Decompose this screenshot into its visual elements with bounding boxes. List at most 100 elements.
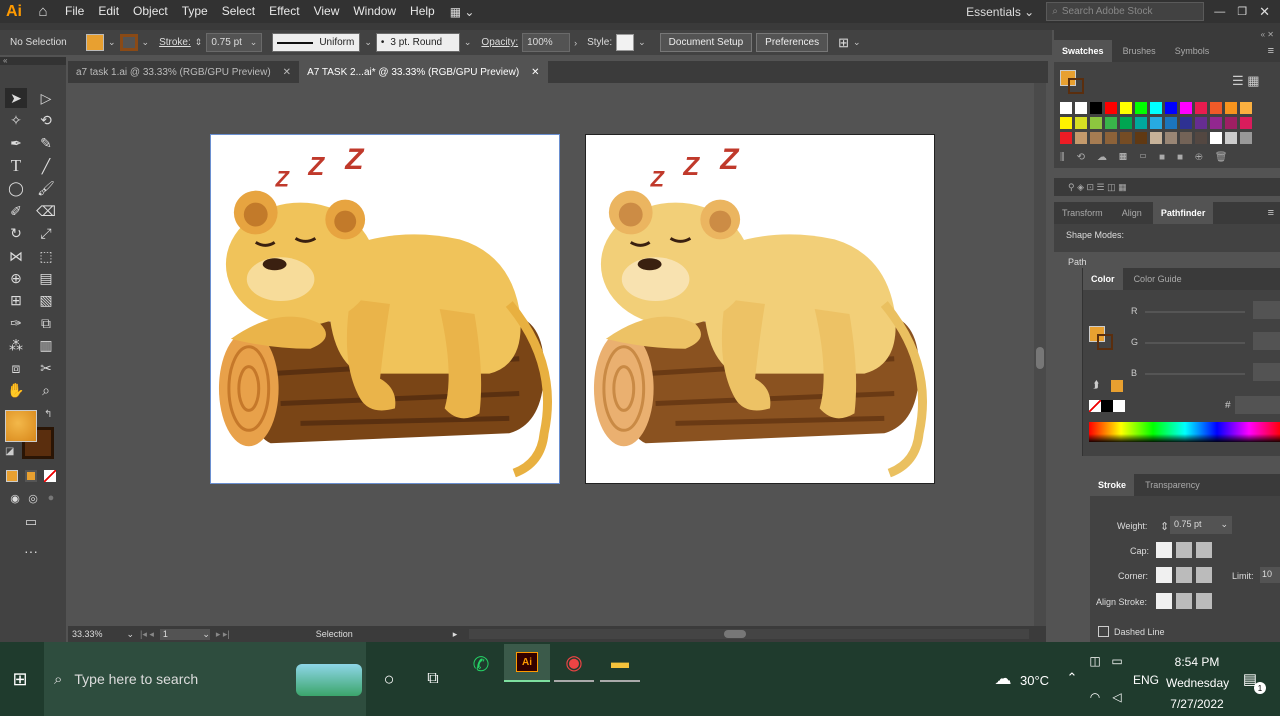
color-swatch[interactable] <box>1135 102 1147 114</box>
first-artboard-icon[interactable]: |◂ ◂ <box>140 629 154 640</box>
menu-view[interactable]: View <box>307 0 347 23</box>
b-value-field[interactable] <box>1253 363 1280 381</box>
color-mode-icon[interactable] <box>6 470 18 482</box>
swatch-stroke-indicator[interactable] <box>1068 78 1084 94</box>
symbol-sprayer-tool-icon[interactable]: ⁂ <box>5 335 27 355</box>
horizontal-scrollbar[interactable] <box>469 629 1030 639</box>
arrange-documents-icon[interactable]: ▦ ⌄ <box>450 5 475 19</box>
opacity-input[interactable]: 100% <box>522 33 571 52</box>
tab-align[interactable]: Align <box>1114 202 1150 224</box>
ellipse-tool-icon[interactable]: ◯ <box>5 178 27 198</box>
tab-symbols[interactable]: Symbols <box>1167 40 1218 62</box>
swatch-actions-icon[interactable]: ⫼⟲☁▦▭■■⊕🗑 <box>1060 152 1239 163</box>
round-join-icon[interactable] <box>1176 567 1192 583</box>
gamut-color-swatch[interactable] <box>1111 380 1123 392</box>
color-swatch[interactable] <box>1060 132 1072 144</box>
color-swatch[interactable] <box>1135 117 1147 129</box>
graphic-style-swatch[interactable] <box>616 34 635 51</box>
weather-cloud-icon[interactable]: ☁ <box>990 666 1016 692</box>
variable-width-profile[interactable]: Uniform <box>272 33 361 52</box>
color-swatch[interactable] <box>1195 117 1207 129</box>
zoom-tool-icon[interactable]: ⌕ <box>35 380 57 400</box>
color-swatch[interactable] <box>1195 102 1207 114</box>
tab-close-icon[interactable]: ✕ <box>531 67 539 78</box>
opacity-arrow-icon[interactable]: › <box>574 38 577 48</box>
next-artboard-icon[interactable]: ▸ ▸| <box>216 629 230 640</box>
color-swatch[interactable] <box>1075 102 1087 114</box>
scale-tool-icon[interactable]: ⤢ <box>35 223 57 243</box>
magic-wand-tool-icon[interactable]: ✧ <box>5 110 27 130</box>
direct-selection-tool-icon[interactable]: ▷ <box>35 88 57 108</box>
color-swatch[interactable] <box>1105 102 1117 114</box>
artboard-number-input[interactable]: 1 ⌄ <box>159 628 210 640</box>
draw-inside-icon[interactable]: ● <box>40 488 62 508</box>
status-menu-icon[interactable]: ▸ <box>453 629 458 640</box>
color-swatch[interactable] <box>1135 132 1147 144</box>
clock[interactable]: 8:54 PM Wednesday 7/27/2022 <box>1166 652 1229 715</box>
miter-join-icon[interactable] <box>1156 567 1172 583</box>
color-swatch[interactable] <box>1210 102 1222 114</box>
color-swatch[interactable] <box>1090 132 1102 144</box>
r-slider[interactable] <box>1145 311 1245 313</box>
r-value-field[interactable] <box>1253 301 1280 319</box>
horizontal-scroll-thumb[interactable] <box>724 630 747 638</box>
color-swatch[interactable] <box>1210 132 1222 144</box>
screen-mode-icon[interactable]: ▭ <box>20 512 42 532</box>
chrome-icon[interactable]: ◉ <box>554 644 594 682</box>
eyedropper-tool-icon[interactable]: ✑ <box>5 313 27 333</box>
panel-menu-icon[interactable]: ≡ <box>1268 40 1274 62</box>
width-tool-icon[interactable]: ⋈ <box>5 246 27 266</box>
shape-builder-tool-icon[interactable]: ⊕ <box>5 268 27 288</box>
blend-tool-icon[interactable]: ⧉ <box>35 313 57 333</box>
stock-search-field[interactable]: ⌕ Search Adobe Stock <box>1046 2 1205 21</box>
color-swatch[interactable] <box>1060 117 1072 129</box>
menu-help[interactable]: Help <box>403 0 442 23</box>
weight-input[interactable]: 0.75 pt ⌄ <box>1170 516 1232 534</box>
tab-close-icon[interactable]: ✕ <box>283 67 291 78</box>
edit-toolbar-icon[interactable]: ··· <box>20 541 42 561</box>
brush-dropdown-icon[interactable]: ⌄ <box>464 37 472 48</box>
swap-colors-icon[interactable]: ↰ <box>44 409 52 420</box>
fill-color-box[interactable] <box>5 410 37 442</box>
stroke-swatch[interactable] <box>119 34 138 51</box>
tab-swatches[interactable]: Swatches <box>1054 40 1112 62</box>
windows-start-icon[interactable]: ⊞ <box>0 642 40 716</box>
fill-dropdown-icon[interactable]: ⌄ <box>108 37 116 48</box>
rotate-tool-icon[interactable]: ↻ <box>5 223 27 243</box>
toolbar-collapse-icon[interactable]: « <box>0 57 66 65</box>
artboard-tool-icon[interactable]: ⧈ <box>5 358 27 378</box>
mesh-tool-icon[interactable]: ⊞ <box>5 290 27 310</box>
minimize-icon[interactable]: — <box>1214 6 1225 18</box>
home-icon[interactable]: ⌂ <box>28 0 58 23</box>
hand-tool-icon[interactable]: ✋ <box>5 380 27 400</box>
color-swatch[interactable] <box>1075 132 1087 144</box>
tab-a7-task-1[interactable]: a7 task 1.ai @ 33.33% (RGB/GPU Preview) ✕ <box>68 61 299 83</box>
color-swatch[interactable] <box>1075 117 1087 129</box>
preferences-button[interactable]: Preferences <box>756 33 829 52</box>
swatch-grid[interactable] <box>1060 102 1260 150</box>
arrange-icon[interactable]: ⊞ <box>838 35 849 51</box>
battery-icon[interactable]: ▭ <box>1108 652 1126 670</box>
opacity-label[interactable]: Opacity: <box>481 37 518 48</box>
stroke-dropdown-icon[interactable]: ⌄ <box>142 37 150 48</box>
out-of-gamut-icon[interactable]: ⮭ <box>1093 380 1099 391</box>
list-view-icon[interactable]: ☰ ▦ <box>1232 73 1260 89</box>
zoom-dropdown[interactable]: 33.33% ⌄ <box>72 629 134 640</box>
color-swatch[interactable] <box>1105 132 1117 144</box>
color-swatch[interactable] <box>1225 117 1237 129</box>
paintbrush-tool-icon[interactable]: 🖌 <box>35 178 57 198</box>
color-swatch[interactable] <box>1090 117 1102 129</box>
shaper-tool-icon[interactable]: ✐ <box>5 201 27 221</box>
file-explorer-icon[interactable]: ▬ <box>600 644 640 682</box>
language-indicator[interactable]: ENG <box>1133 673 1159 687</box>
tab-transparency[interactable]: Transparency <box>1137 474 1208 496</box>
color-swatch[interactable] <box>1120 102 1132 114</box>
pen-tool-icon[interactable]: ✒ <box>5 133 27 153</box>
workspace-switcher[interactable]: Essentials ⌄ <box>966 5 1034 19</box>
projecting-cap-icon[interactable] <box>1196 542 1212 558</box>
color-swatch[interactable] <box>1105 117 1117 129</box>
dashed-line-checkbox[interactable] <box>1098 626 1109 637</box>
illustrator-taskbar-icon[interactable]: Ai <box>504 644 550 682</box>
menu-effect[interactable]: Effect <box>262 0 306 23</box>
menu-file[interactable]: File <box>58 0 91 23</box>
